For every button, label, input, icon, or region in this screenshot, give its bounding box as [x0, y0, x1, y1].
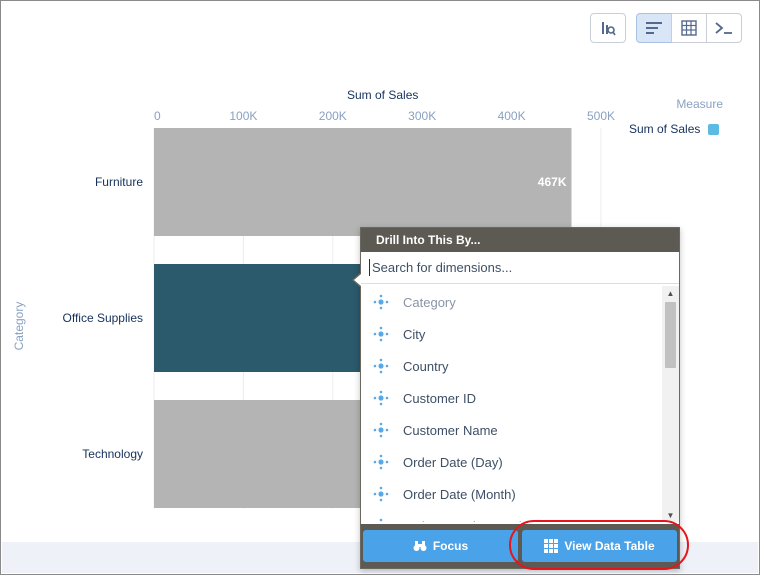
- scroll-down-arrow-icon[interactable]: ▼: [662, 508, 679, 522]
- x-tick-label: 400K: [498, 109, 526, 123]
- dimension-item[interactable]: Country: [361, 350, 661, 382]
- dimension-icon: [373, 486, 389, 502]
- dimension-icon: [373, 294, 389, 310]
- dimension-icon: [373, 390, 389, 406]
- dimension-icon: [373, 358, 389, 374]
- x-tick-label: 100K: [229, 109, 257, 123]
- x-tick-label: 200K: [319, 109, 347, 123]
- dimension-item[interactable]: Order Date (Month): [361, 478, 661, 510]
- dimension-search: [361, 252, 679, 284]
- dimension-item[interactable]: Order Date (Quarter): [361, 510, 661, 522]
- popover-footer: Focus View Data Table: [361, 524, 679, 568]
- view-data-table-label: View Data Table: [564, 539, 655, 553]
- dimension-item-label: Order Date (Day): [403, 454, 503, 470]
- dimension-list: Category City Country Customer ID Customer N…: [361, 286, 661, 522]
- dimension-item-label: City: [403, 326, 426, 342]
- x-tick-label: 300K: [408, 109, 436, 123]
- dimension-search-input[interactable]: [369, 259, 664, 276]
- view-data-table-button[interactable]: View Data Table: [522, 530, 677, 562]
- popover-title: Drill Into This By...: [361, 228, 679, 252]
- focus-button[interactable]: Focus: [363, 530, 518, 562]
- dimension-item[interactable]: Order Date (Day): [361, 446, 661, 478]
- bar[interactable]: [154, 128, 572, 236]
- dimension-icon: [379, 518, 383, 522]
- dimension-list-scrollbar[interactable]: ▲ ▼: [662, 286, 679, 522]
- dimension-item-label: Customer Name: [403, 422, 498, 438]
- dimension-icon: [373, 326, 389, 342]
- dimension-item[interactable]: Category: [361, 286, 661, 318]
- dimension-item-label: Customer ID: [403, 390, 476, 406]
- dimension-item-label: Category: [403, 294, 456, 310]
- scroll-thumb[interactable]: [665, 302, 676, 368]
- dimension-item[interactable]: City: [361, 318, 661, 350]
- dimension-icon: [373, 422, 389, 438]
- dimension-item-label: Order Date (Month): [403, 486, 516, 502]
- x-tick-label: 0: [154, 109, 161, 123]
- drill-popover: Drill Into This By... Category City Countr…: [352, 227, 680, 569]
- dimension-item[interactable]: Customer ID: [361, 382, 661, 414]
- focus-button-label: Focus: [432, 539, 469, 553]
- data-label: 467K: [538, 175, 567, 189]
- x-tick-label: 500K: [587, 109, 615, 123]
- binoculars-icon: [413, 540, 427, 552]
- y-tick-label: Furniture: [95, 175, 143, 189]
- dimension-item-label: Country: [403, 358, 449, 374]
- scroll-up-arrow-icon[interactable]: ▲: [662, 286, 679, 300]
- dimension-icon: [373, 454, 389, 470]
- dimension-item-label: Order Date (Quarter): [403, 519, 524, 523]
- y-tick-label: Technology: [82, 447, 143, 461]
- dimension-item[interactable]: Customer Name: [361, 414, 661, 446]
- app-frame: Sum of Sales Category Measure Sum of Sal…: [0, 0, 760, 575]
- grid-icon: [544, 539, 559, 553]
- y-tick-label: Office Supplies: [63, 311, 144, 325]
